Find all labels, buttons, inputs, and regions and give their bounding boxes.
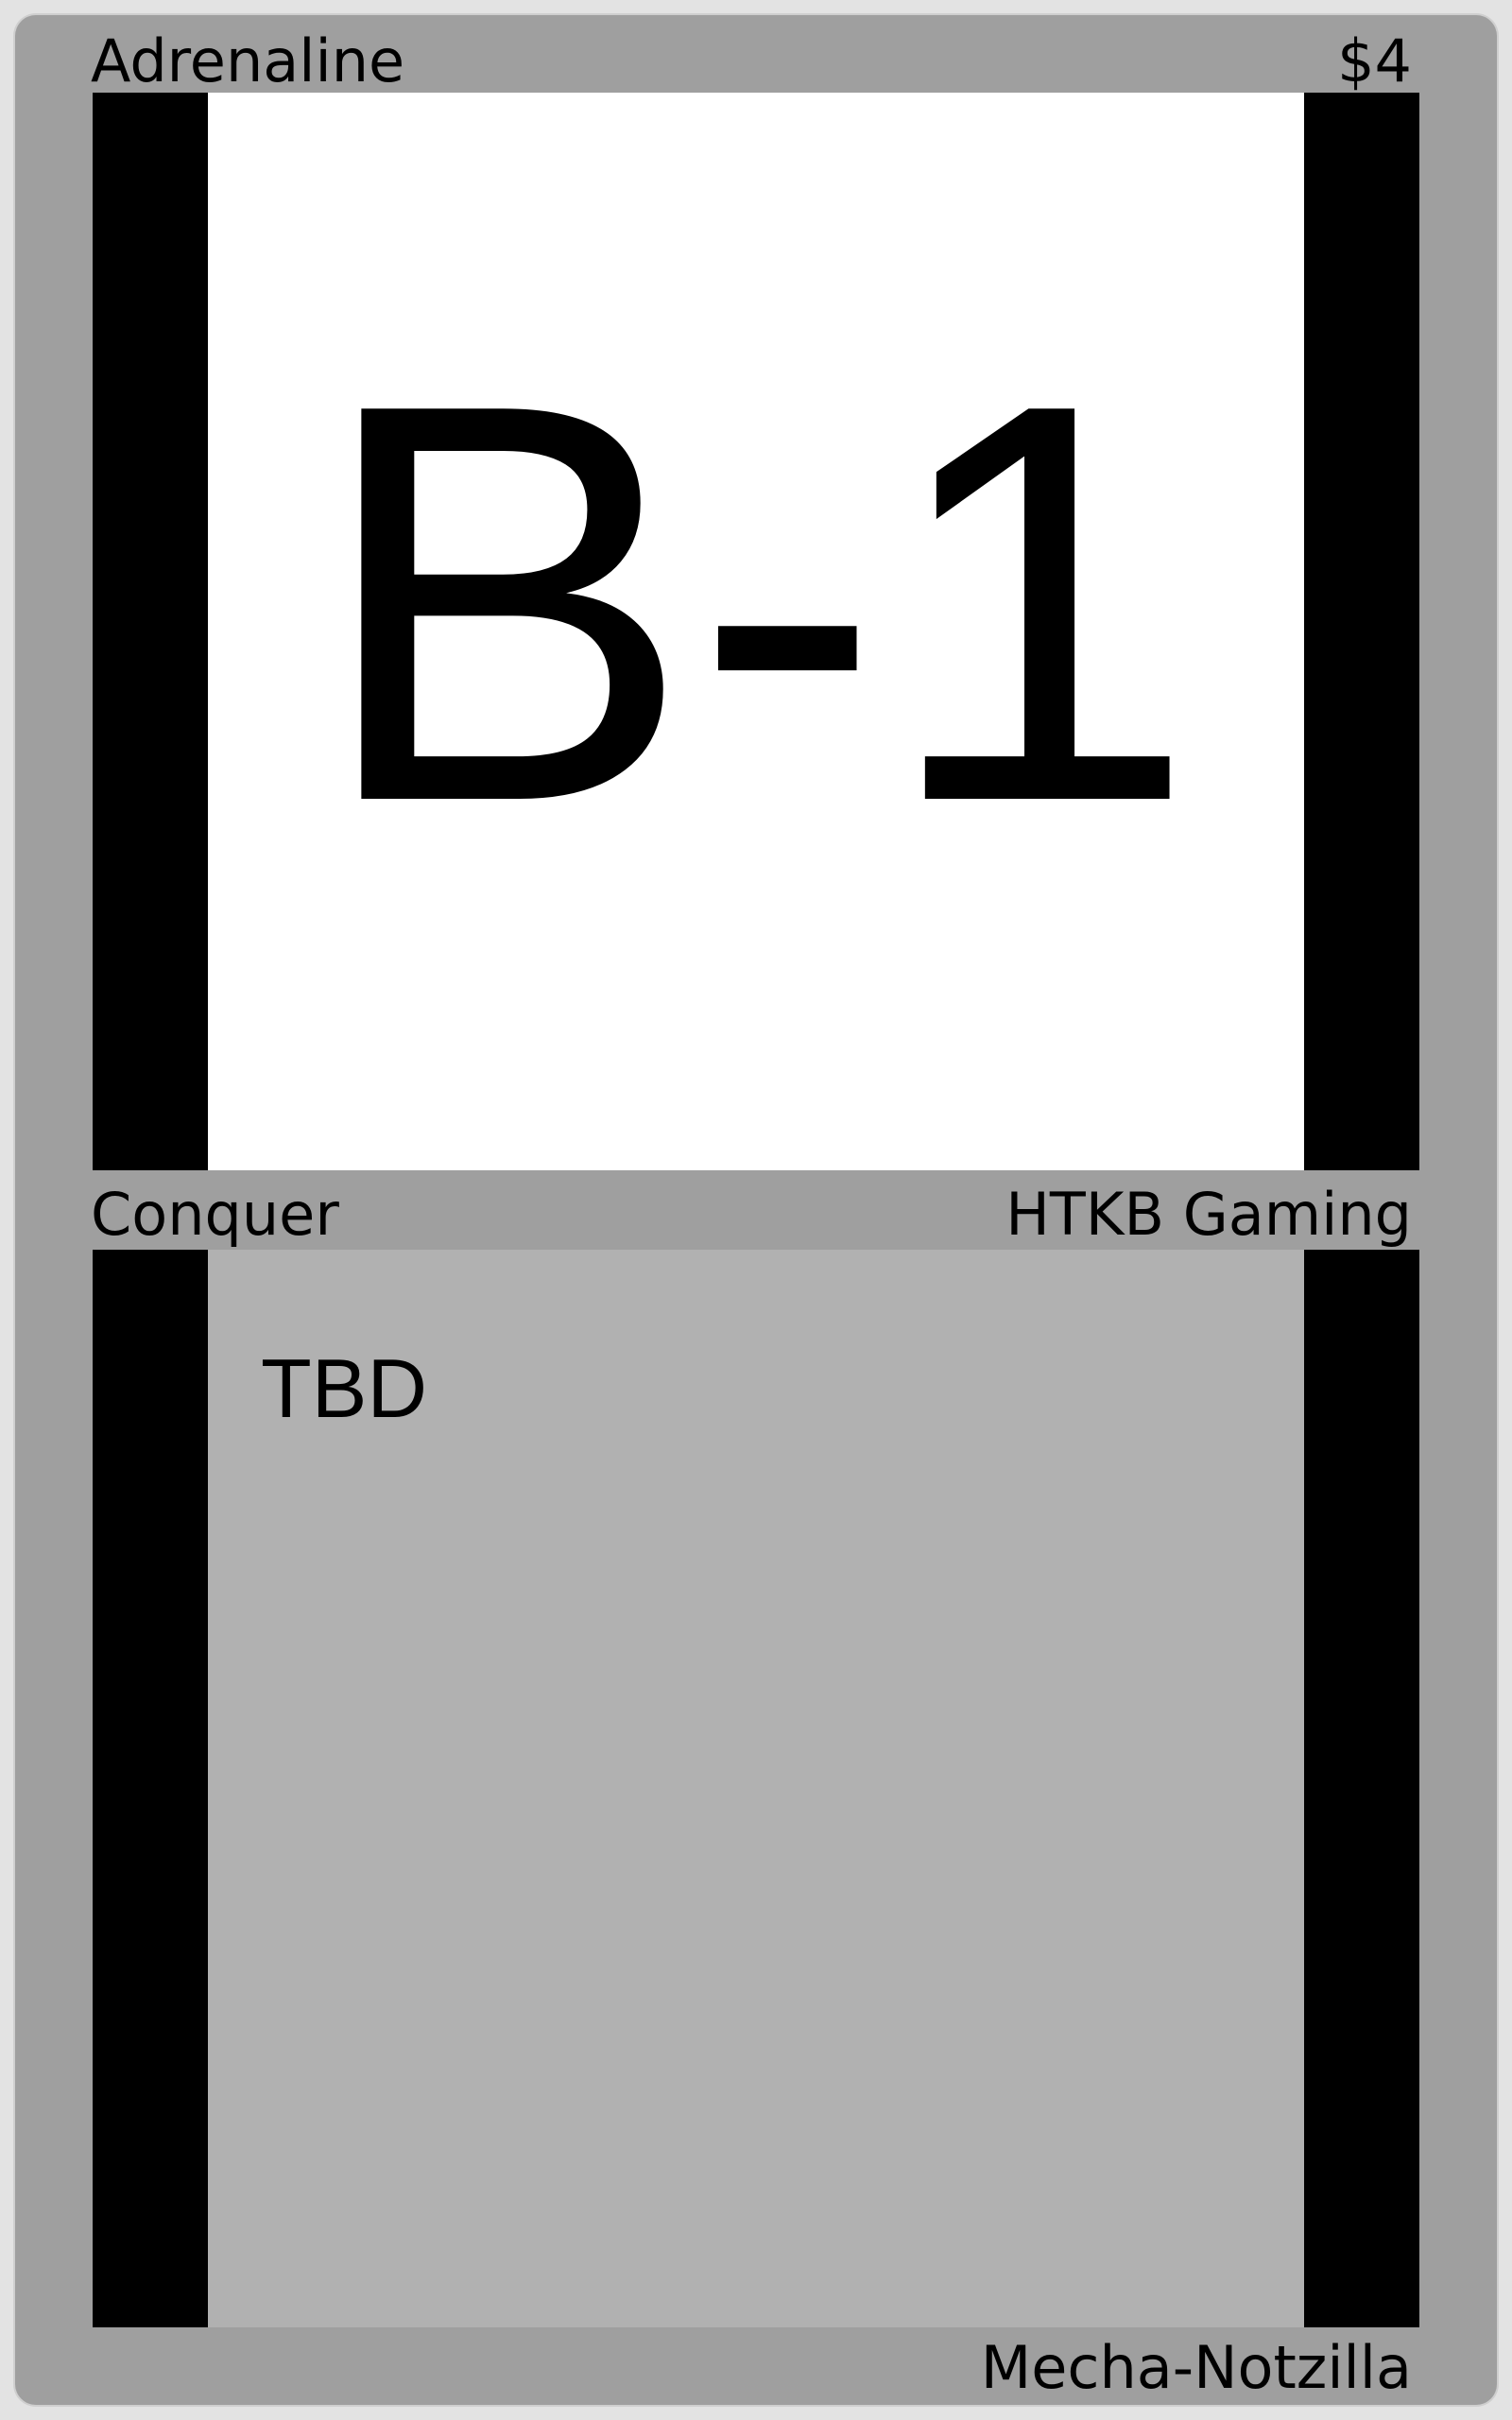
card-art-area: B-1 [208, 93, 1304, 1170]
card-art-label: B-1 [315, 286, 1197, 920]
card-background: Adrenaline $4 B-1 Conquer HTKB Gaming TB… [0, 0, 1512, 2420]
text-left-bar [93, 1250, 208, 2327]
game-card[interactable]: Adrenaline $4 B-1 Conquer HTKB Gaming TB… [15, 15, 1497, 2405]
card-artist: Mecha-Notzilla [980, 2333, 1412, 2402]
card-cost: $4 [1337, 26, 1412, 95]
text-right-bar [1304, 1250, 1419, 2327]
card-rules-text: TBD [261, 1341, 427, 1435]
card-text-box: TBD [208, 1250, 1304, 2327]
card-publisher: HTKB Gaming [1005, 1180, 1412, 1249]
art-left-bar [93, 93, 208, 1170]
art-right-bar [1304, 93, 1419, 1170]
card-title: Adrenaline [91, 26, 405, 95]
card-type: Conquer [91, 1180, 339, 1249]
